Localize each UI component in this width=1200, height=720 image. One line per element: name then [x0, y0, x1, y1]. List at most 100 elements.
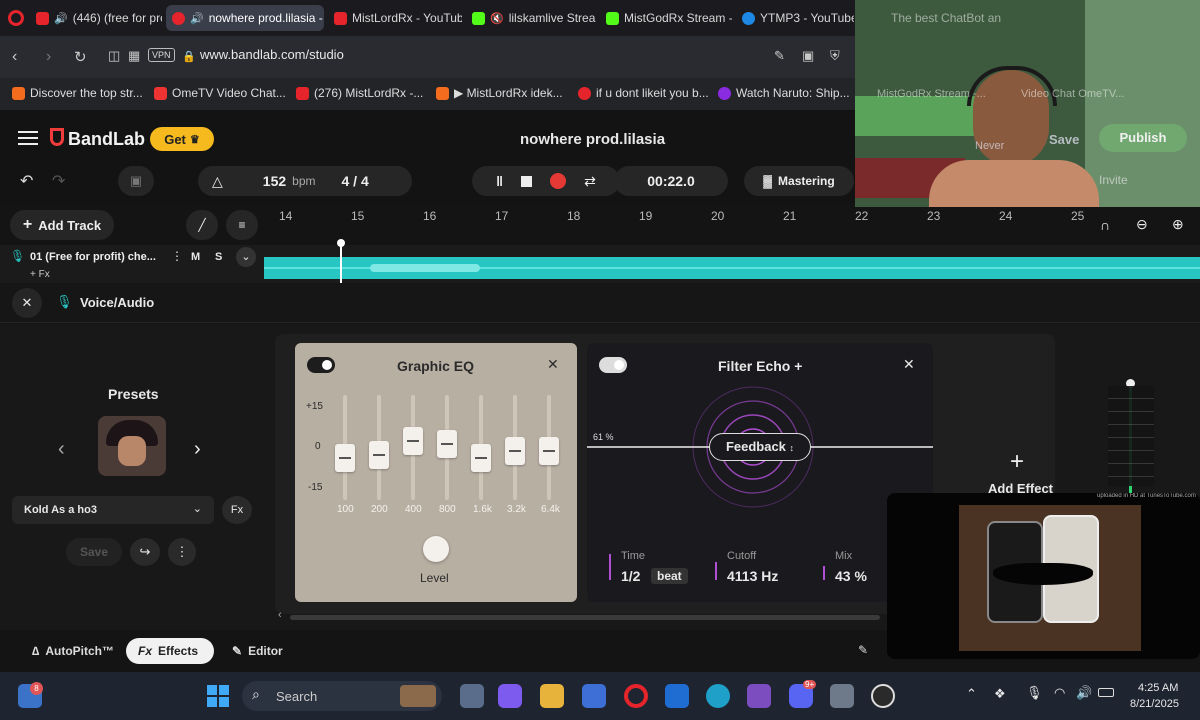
clock-time[interactable]: 4:25 AM [1138, 682, 1178, 694]
track-menu-icon[interactable]: ⋮ [171, 249, 183, 263]
redo-icon[interactable]: ↷ [52, 171, 65, 191]
bookmark-if-u-dont[interactable]: if u dont likeit you b... [578, 86, 709, 100]
lock-icon[interactable]: 🔒 [182, 50, 196, 63]
edit-icon[interactable]: ✎ [774, 48, 785, 64]
time-unit[interactable]: beat [651, 568, 688, 584]
forward-icon[interactable]: › [46, 48, 51, 66]
solo-button[interactable]: S [215, 251, 222, 263]
start-icon[interactable] [207, 685, 229, 707]
add-track-button[interactable]: + Add Track [10, 210, 114, 240]
copilot-icon[interactable] [498, 684, 522, 708]
track-name[interactable]: 01 (Free for profit) che... [30, 251, 166, 263]
opera-logo-icon[interactable] [8, 10, 24, 26]
tab-autopitch[interactable]: ∆ AutoPitch™ [20, 638, 126, 664]
remove-fx-icon[interactable]: Fx [222, 496, 252, 524]
tab-free-for-profit[interactable]: 🔊 (446) (free for pro [30, 5, 162, 31]
camera-icon[interactable]: ▣ [802, 48, 814, 64]
bookmark-mistlordrx[interactable]: (276) MistLordRx -... [296, 86, 423, 100]
microphone-tray-icon[interactable]: 🎙 [1026, 685, 1043, 701]
save-preset-button[interactable]: Save [66, 538, 122, 566]
file-explorer-icon[interactable] [540, 684, 564, 708]
eq-band-knob[interactable] [437, 430, 457, 458]
menu-icon[interactable] [18, 131, 38, 145]
shield-icon[interactable]: ⛨ [830, 48, 840, 64]
audio-clip[interactable] [264, 257, 1200, 279]
get-button[interactable]: Get ♛ [150, 127, 214, 151]
playhead[interactable] [337, 239, 345, 283]
eq-band-knob[interactable] [471, 444, 491, 472]
reload-icon[interactable]: ↻ [74, 48, 87, 66]
vpn-badge[interactable]: VPN [148, 48, 175, 62]
preset-artwork[interactable] [98, 416, 166, 476]
zoom-out-icon[interactable]: ⊖ [1136, 216, 1148, 233]
obs-icon[interactable] [871, 684, 895, 708]
tab-effects[interactable]: Fx Effects [126, 638, 214, 664]
task-view-icon[interactable] [460, 684, 484, 708]
battery-icon[interactable] [1098, 688, 1114, 697]
tuner-button[interactable]: ≡ [226, 210, 258, 240]
magnet-icon[interactable]: ∩ [1100, 217, 1110, 233]
expand-track-icon[interactable]: ⌄ [236, 247, 256, 267]
bookmark-ometv[interactable]: OmeTV Video Chat... [154, 86, 286, 100]
undo-icon[interactable]: ↶ [20, 171, 33, 191]
echo-toggle[interactable] [599, 357, 627, 373]
clipchamp-icon[interactable] [747, 684, 771, 708]
bookmark-naruto[interactable]: Watch Naruto: Ship... [718, 86, 850, 100]
volume-icon[interactable]: 🔊 [1076, 685, 1092, 701]
add-effect-plus-icon[interactable]: + [1010, 448, 1024, 476]
metronome-icon[interactable]: △ [212, 173, 223, 190]
prev-preset-icon[interactable]: ‹ [58, 438, 65, 461]
eq-band-knob[interactable] [335, 444, 355, 472]
scroll-left-icon[interactable]: ‹ [278, 609, 282, 621]
add-fx-link[interactable]: + Fx [30, 269, 50, 280]
eq-toggle[interactable] [307, 357, 335, 373]
bookmark-discover[interactable]: Discover the top str... [12, 86, 143, 100]
zoom-in-icon[interactable]: ⊕ [1172, 216, 1184, 233]
search-box[interactable]: ⌕ Search [242, 681, 442, 711]
tab-mistgodrx-stream[interactable]: MistGodRx Stream - V [600, 5, 732, 31]
store-icon[interactable] [582, 684, 606, 708]
pen-icon[interactable]: ✎ [858, 643, 868, 657]
outlook-icon[interactable] [665, 684, 689, 708]
tab-mistlordrx-youtube[interactable]: MistLordRx - YouTube [328, 5, 462, 31]
clock-date[interactable]: 8/21/2025 [1130, 698, 1179, 710]
edge-icon[interactable] [706, 684, 730, 708]
next-preset-icon[interactable]: › [194, 438, 201, 461]
tab-lilskamlive-stream[interactable]: 🔇 lilskamlive Stream [466, 5, 596, 31]
split-view-icon[interactable]: ◫ [108, 48, 120, 64]
bookmark-mistlordrx-idek[interactable]: ▶ MistLordRx idek... [436, 86, 563, 100]
camera-app-icon[interactable] [830, 684, 854, 708]
level-knob[interactable] [423, 536, 449, 562]
opera-icon[interactable] [624, 684, 648, 708]
time-signature[interactable]: 4 / 4 [341, 173, 368, 189]
time-display[interactable]: 00:22.0 [614, 166, 728, 196]
tab-ytmp3[interactable]: YTMP3 - YouTube to [736, 5, 854, 31]
speed-dial-icon[interactable]: ▦ [128, 48, 140, 64]
mastering-button[interactable]: ▓ Mastering [744, 166, 854, 196]
picture-in-picture-video[interactable]: uploaded in HD at TunesToTube.com [887, 493, 1200, 659]
brand-name[interactable]: BandLab [68, 129, 145, 150]
loop-icon[interactable]: ⇄ [584, 173, 596, 190]
tab-editor[interactable]: ✎ Editor [220, 638, 295, 664]
feedback-select[interactable]: Feedback ↕ [709, 433, 811, 461]
url-field[interactable]: www.bandlab.com/studio [200, 47, 344, 62]
close-echo-icon[interactable]: ✕ [903, 356, 915, 373]
back-icon[interactable]: ‹ [12, 48, 17, 66]
timeline-ruler[interactable]: + Add Track ╱ ≡ 14 15 16 17 18 19 20 21 2… [0, 205, 1200, 245]
chain-scrollbar[interactable] [290, 615, 880, 620]
more-icon[interactable]: ⋮ [168, 538, 196, 566]
snap-button[interactable]: ▣ [118, 166, 154, 196]
eq-band-knob[interactable] [369, 440, 389, 469]
project-title[interactable]: nowhere prod.lilasia [520, 131, 665, 148]
eq-band-knob[interactable] [505, 437, 525, 465]
preset-select[interactable]: Kold As a ho3 ⌄ [12, 496, 214, 524]
close-panel-icon[interactable]: ✕ [12, 288, 42, 318]
mute-button[interactable]: M [191, 251, 200, 263]
chevron-up-icon[interactable]: ⌃ [966, 686, 977, 702]
tab-bandlab-studio[interactable]: 🔊 nowhere prod.lilasia - [166, 5, 324, 31]
pause-icon[interactable]: ‖ [496, 173, 503, 189]
automation-button[interactable]: ╱ [186, 210, 218, 240]
stop-icon[interactable] [521, 175, 533, 187]
share-icon[interactable]: ↪ [130, 538, 160, 566]
wifi-icon[interactable]: ◠ [1054, 685, 1065, 701]
